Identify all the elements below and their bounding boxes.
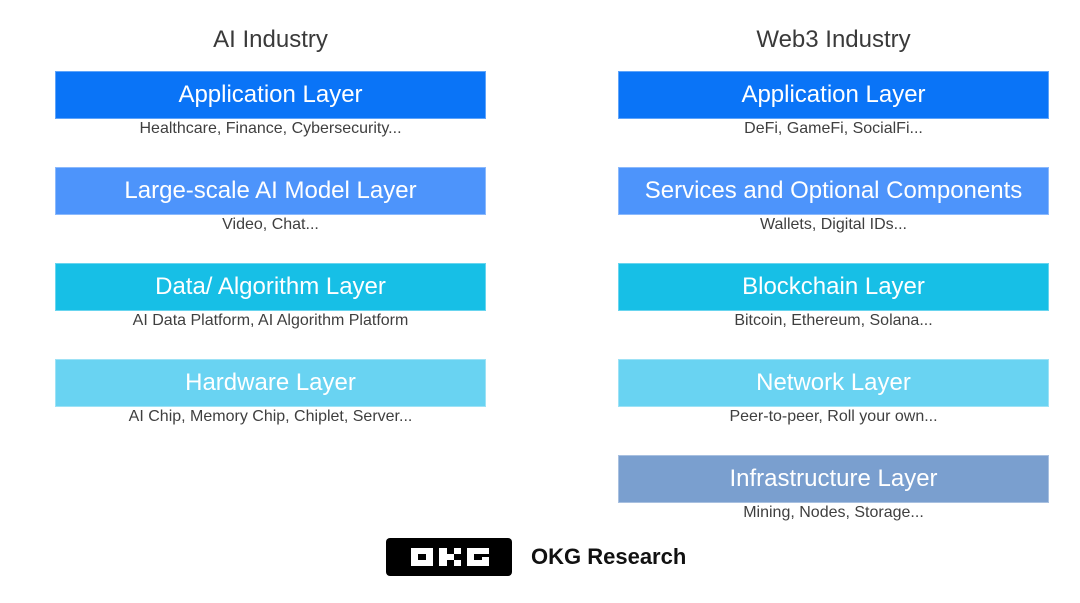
web3-blockchain-layer: Blockchain Layer Bitcoin, Ethereum, Sola… bbox=[618, 263, 1049, 331]
layer-bar: Services and Optional Components bbox=[618, 167, 1049, 215]
web3-services-layer: Services and Optional Components Wallets… bbox=[618, 167, 1049, 235]
ai-model-layer: Large-scale AI Model Layer Video, Chat..… bbox=[55, 167, 486, 235]
layer-description: Bitcoin, Ethereum, Solana... bbox=[734, 312, 933, 329]
ai-application-layer: Application Layer Healthcare, Finance, C… bbox=[55, 71, 486, 139]
layer-description: Video, Chat... bbox=[222, 216, 319, 233]
layer-bar: Hardware Layer bbox=[55, 359, 486, 407]
layer-description: Healthcare, Finance, Cybersecurity... bbox=[139, 120, 402, 137]
layer-bar: Blockchain Layer bbox=[618, 263, 1049, 311]
ai-data-algorithm-layer: Data/ Algorithm Layer AI Data Platform, … bbox=[55, 263, 486, 331]
layer-bar: Data/ Algorithm Layer bbox=[55, 263, 486, 311]
layer-description: Mining, Nodes, Storage... bbox=[743, 504, 924, 521]
layer-description: Peer-to-peer, Roll your own... bbox=[729, 408, 938, 425]
layer-bar: Large-scale AI Model Layer bbox=[55, 167, 486, 215]
layer-description: DeFi, GameFi, SocialFi... bbox=[744, 120, 923, 137]
brand-name: OKG Research bbox=[531, 544, 687, 569]
layer-bar: Application Layer bbox=[618, 71, 1049, 119]
ai-industry-title: AI Industry bbox=[213, 26, 328, 53]
web3-industry-title: Web3 Industry bbox=[756, 26, 911, 53]
ai-hardware-layer: Hardware Layer AI Chip, Memory Chip, Chi… bbox=[55, 359, 486, 427]
layer-bar: Network Layer bbox=[618, 359, 1049, 407]
layer-bar: Infrastructure Layer bbox=[618, 455, 1049, 503]
web3-infrastructure-layer: Infrastructure Layer Mining, Nodes, Stor… bbox=[618, 455, 1049, 523]
layer-description: Wallets, Digital IDs... bbox=[760, 216, 907, 233]
web3-network-layer: Network Layer Peer-to-peer, Roll your ow… bbox=[618, 359, 1049, 427]
layer-description: AI Data Platform, AI Algorithm Platform bbox=[132, 312, 409, 329]
layer-bar: Application Layer bbox=[55, 71, 486, 119]
layer-description: AI Chip, Memory Chip, Chiplet, Server... bbox=[128, 408, 413, 425]
okg-logo-icon bbox=[386, 538, 512, 576]
footer-branding: OKG Research bbox=[386, 538, 686, 576]
web3-application-layer: Application Layer DeFi, GameFi, SocialFi… bbox=[618, 71, 1049, 139]
